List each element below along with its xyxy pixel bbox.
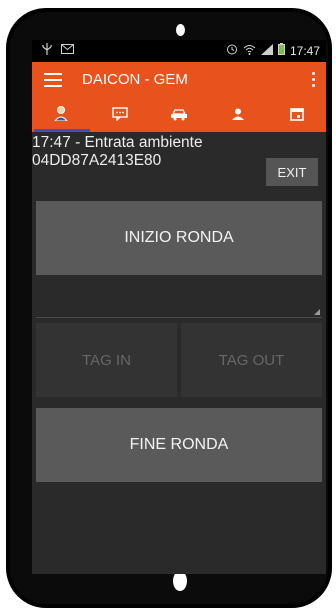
tab-indicator xyxy=(34,129,90,132)
person-icon xyxy=(231,106,245,125)
tag-in-button[interactable]: TAG IN xyxy=(36,323,177,397)
event-line: 17:47 - Entrata ambiente xyxy=(32,134,203,151)
tab-messages[interactable] xyxy=(91,98,150,132)
usb-icon xyxy=(42,43,52,58)
tag-out-button[interactable]: TAG OUT xyxy=(181,323,322,397)
tag-id: 04DD87A2413E80 xyxy=(32,152,162,169)
alarm-icon xyxy=(226,43,238,58)
menu-icon[interactable] xyxy=(44,73,62,87)
tab-user[interactable] xyxy=(32,98,91,132)
tab-car[interactable] xyxy=(150,98,209,132)
app-title: DAICON - GEM xyxy=(82,71,188,88)
front-camera xyxy=(176,24,185,36)
signal-icon xyxy=(260,43,273,58)
start-round-button[interactable]: INIZIO RONDA xyxy=(36,201,322,275)
app-bar: DAICON - GEM xyxy=(32,62,326,98)
message-icon xyxy=(112,106,128,125)
exit-button[interactable]: EXIT xyxy=(266,158,318,186)
selector-dropdown[interactable] xyxy=(36,281,322,318)
user-icon xyxy=(53,105,69,125)
wifi-icon xyxy=(243,44,256,58)
tab-person[interactable] xyxy=(208,98,267,132)
battery-icon xyxy=(277,43,285,58)
app-screen: 17:47 DAICON - GEM 17:47 - Entrata ambie… xyxy=(32,40,326,574)
tab-calendar[interactable] xyxy=(267,98,326,132)
status-time: 17:47 xyxy=(289,43,320,58)
calendar-icon xyxy=(289,106,304,125)
mail-icon xyxy=(61,44,74,57)
status-bar: 17:47 xyxy=(32,40,326,62)
tab-bar xyxy=(32,98,326,132)
status-info: 17:47 - Entrata ambiente 04DD87A2413E80 xyxy=(32,134,272,170)
home-button[interactable] xyxy=(173,571,187,591)
car-icon xyxy=(170,106,188,125)
end-round-button[interactable]: FINE RONDA xyxy=(36,408,322,482)
dropdown-arrow-icon xyxy=(314,309,320,315)
overflow-menu-icon[interactable] xyxy=(312,72,316,90)
